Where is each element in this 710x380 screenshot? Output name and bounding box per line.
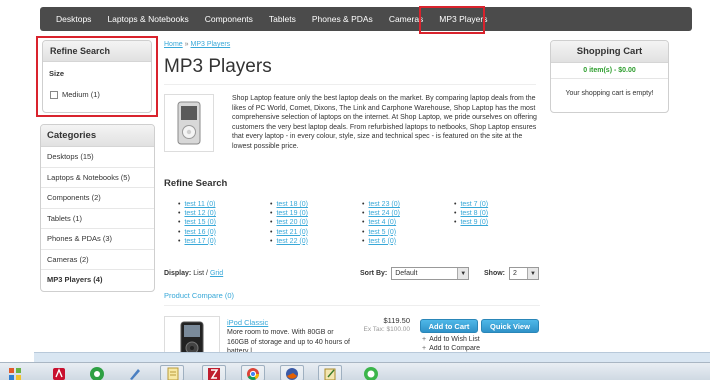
category-cameras[interactable]: Cameras (2) [41,250,154,270]
taskbar [0,362,710,380]
ipod-image-icon [177,101,201,145]
category-tablets[interactable]: Tablets (1) [41,209,154,229]
add-to-cart-button[interactable]: Add to Cart [420,319,478,333]
refine-link[interactable]: test 16 (0) [178,228,270,237]
nav-item-tablets[interactable]: Tablets [261,7,304,31]
refine-link[interactable]: test 8 (0) [454,209,538,218]
product-filter-bar: Display: List / Grid Sort By: Default ▼ … [164,266,540,282]
add-to-compare-link[interactable]: Add to Compare [422,345,480,352]
category-description: Shop Laptop feature only the best laptop… [232,95,537,150]
refine-link[interactable]: test 21 (0) [270,228,362,237]
list-divider [164,305,540,306]
category-mp3-players[interactable]: MP3 Players (4) [41,270,154,291]
start-icon[interactable] [6,367,24,380]
refine-link[interactable]: test 19 (0) [270,209,362,218]
show-label: Show: [484,270,505,277]
filter-option-medium[interactable]: Medium (1) [43,84,151,105]
show-select[interactable]: 2 ▼ [509,267,539,280]
refine-links-grid: test 11 (0) test 12 (0) test 15 (0) test… [178,200,538,246]
show-value: 2 [513,270,517,277]
medium-label: Medium (1) [62,90,100,99]
refine-link[interactable]: test 20 (0) [270,218,362,227]
nav-item-mp3-players[interactable]: MP3 Players [431,7,495,31]
nav-item-components[interactable]: Components [197,7,261,31]
refine-search-title: Refine Search [43,41,151,62]
refine-link[interactable]: test 5 (0) [362,228,454,237]
product-description: More room to move. With 80GB or 160GB of… [227,329,350,352]
shopping-cart-box: Shopping Cart 0 item(s) - $0.00 Your sho… [550,40,669,113]
refine-link[interactable]: test 15 (0) [178,218,270,227]
refine-search-heading: Refine Search [164,178,228,189]
cart-empty-message: Your shopping cart is empty! [565,90,654,97]
categories-title: Categories [41,125,154,147]
acrobat-icon[interactable] [50,367,68,380]
sort-control: Sort By: Default ▼ [360,267,470,280]
refine-column-4: test 7 (0) test 8 (0) test 9 (0) [454,200,538,246]
sort-label: Sort By: [360,270,388,277]
green-circle-icon[interactable] [88,367,106,380]
chevron-down-icon: ▼ [457,268,469,279]
filezilla-icon[interactable] [205,367,223,380]
chevron-down-icon: ▼ [527,268,538,279]
refine-link[interactable]: test 24 (0) [362,209,454,218]
refine-link[interactable]: test 22 (0) [270,237,362,246]
notepad-icon[interactable] [164,367,182,380]
refine-link[interactable]: test 17 (0) [178,237,270,246]
refine-search-box: Refine Search Size Medium (1) [42,40,152,113]
cart-item-count[interactable]: 0 item(s) - $0.00 [551,63,668,79]
show-control: Show: 2 ▼ [484,267,539,280]
refine-link[interactable]: test 11 (0) [178,200,270,209]
refine-column-2: test 18 (0) test 19 (0) test 20 (0) test… [270,200,362,246]
refine-link[interactable]: test 6 (0) [362,237,454,246]
breadcrumb-current[interactable]: MP3 Players [191,41,231,48]
medium-checkbox[interactable] [50,90,58,99]
refine-column-1: test 11 (0) test 12 (0) test 15 (0) test… [178,200,270,246]
refine-link[interactable]: test 23 (0) [362,200,454,209]
category-desktops[interactable]: Desktops (15) [41,147,154,168]
refine-link[interactable]: test 9 (0) [454,218,538,227]
category-laptops[interactable]: Laptops & Notebooks (5) [41,168,154,188]
top-navigation: Desktops Laptops & Notebooks Components … [40,7,692,31]
firefox-icon[interactable] [283,367,301,380]
display-separator: / [206,270,208,277]
green-app-icon[interactable] [362,367,380,380]
categories-box: Categories Desktops (15) Laptops & Noteb… [40,124,155,292]
sort-value: Default [395,270,418,277]
display-label: Display: [164,270,192,277]
refine-link[interactable]: test 12 (0) [178,209,270,218]
category-image [164,94,214,152]
product-ex-tax: Ex Tax: $100.00 [363,326,411,333]
page-title: MP3 Players [164,56,272,77]
window-bottom-strip [34,352,710,362]
sort-select[interactable]: Default ▼ [391,267,470,280]
breadcrumb-home[interactable]: Home [164,41,183,48]
refine-link[interactable]: test 7 (0) [454,200,538,209]
category-components[interactable]: Components (2) [41,188,154,209]
display-toggle: Display: List / Grid [164,270,223,277]
display-list[interactable]: List [193,270,204,277]
product-price: $119.50 [383,316,410,325]
breadcrumb-separator: » [184,41,189,48]
notepad-edit-icon[interactable] [321,367,339,380]
nav-item-desktops[interactable]: Desktops [48,7,99,31]
refine-link[interactable]: test 18 (0) [270,200,362,209]
refine-link[interactable]: test 4 (0) [362,218,454,227]
product-compare-link[interactable]: Product Compare (0) [164,291,234,300]
add-to-wishlist-link[interactable]: Add to Wish List [422,336,480,343]
nav-item-laptops[interactable]: Laptops & Notebooks [99,7,196,31]
refine-column-3: test 23 (0) test 24 (0) test 4 (0) test … [362,200,454,246]
quick-view-button[interactable]: Quick View [481,319,539,333]
size-label: Size [49,69,65,78]
pencil-icon[interactable] [126,367,144,380]
breadcrumb: Home » MP3 Players [164,41,230,48]
display-grid[interactable]: Grid [210,270,223,277]
nav-item-cameras[interactable]: Cameras [381,7,431,31]
title-divider [164,84,536,85]
chrome-icon[interactable] [244,367,262,380]
category-phones[interactable]: Phones & PDAs (3) [41,229,154,250]
shopping-cart-title: Shopping Cart [551,41,668,63]
product-name-link[interactable]: iPod Classic [227,318,268,327]
nav-item-phones[interactable]: Phones & PDAs [304,7,381,31]
